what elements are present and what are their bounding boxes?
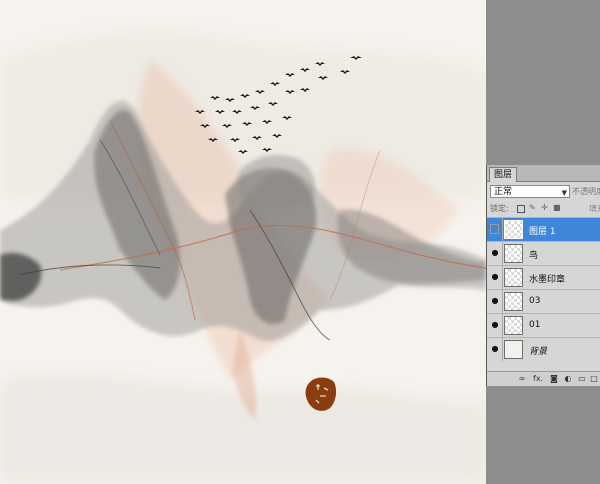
mask-icon[interactable]: ◙	[549, 374, 559, 384]
panel-footer: ∞ fx. ◙ ◐ ▭ □	[487, 371, 600, 386]
layers-panel: 图层 正常 ▼ 不透明度 锁定: ✎ ✛ ■ 填充 图层 1 ● 鸟 ●	[486, 165, 600, 386]
fill-label: 填充	[589, 204, 600, 213]
opacity-label: 不透明度	[572, 187, 600, 196]
layer-thumbnail	[504, 220, 523, 239]
new-layer-icon[interactable]: □	[589, 374, 599, 384]
ink-landscape-artwork	[0, 29, 486, 484]
divider	[502, 338, 503, 361]
eye-icon[interactable]: ●	[489, 319, 501, 331]
layer-name: 水墨印章	[529, 275, 566, 285]
brush-icon[interactable]: ✎	[529, 203, 536, 212]
layer-name: 03	[529, 296, 541, 306]
layer-name: 鸟	[529, 251, 539, 261]
layer-list: 图层 1 ● 鸟 ● 水墨印章 ● 03 ● 01 ● 背景	[487, 217, 600, 361]
layer-thumbnail	[504, 244, 523, 263]
visibility-toggle[interactable]	[490, 224, 499, 234]
eye-icon[interactable]: ●	[489, 343, 501, 355]
eye-icon[interactable]: ●	[489, 295, 501, 307]
layer-name: 图层 1	[529, 227, 556, 237]
layer-thumbnail	[504, 340, 523, 359]
folder-icon[interactable]: ▭	[577, 374, 587, 384]
eye-icon[interactable]: ●	[489, 271, 501, 283]
divider	[502, 314, 503, 337]
lock-label: 锁定:	[490, 204, 509, 213]
layer-row[interactable]: ● 背景	[487, 337, 600, 361]
layer-row[interactable]: 图层 1	[487, 217, 600, 241]
lock-transparent-icon[interactable]	[517, 205, 525, 213]
divider	[502, 242, 503, 265]
layer-thumbnail	[504, 268, 523, 287]
panel-tabbar: 图层	[487, 165, 600, 182]
divider	[502, 266, 503, 289]
layer-row[interactable]: ● 水墨印章	[487, 265, 600, 289]
layer-row[interactable]: ● 03	[487, 289, 600, 313]
divider	[502, 218, 503, 241]
layer-thumbnail	[504, 316, 523, 335]
adjustment-icon[interactable]: ◐	[563, 374, 573, 384]
blend-mode-select[interactable]: 正常 ▼	[490, 185, 570, 198]
link-icon[interactable]: ∞	[517, 374, 527, 384]
lock-icon[interactable]: ■	[553, 203, 561, 212]
fx-button[interactable]: fx.	[533, 374, 543, 384]
chevron-down-icon: ▼	[561, 189, 567, 197]
document-canvas[interactable]	[0, 0, 486, 484]
layer-name: 01	[529, 320, 541, 330]
lock-row: 锁定: ✎ ✛ ■ 填充	[490, 203, 600, 215]
tab-layers[interactable]: 图层	[489, 167, 518, 182]
blend-mode-value: 正常	[494, 187, 513, 197]
layer-name: 背景	[529, 347, 548, 357]
divider	[502, 290, 503, 313]
layer-row[interactable]: ● 01	[487, 313, 600, 337]
layer-thumbnail	[504, 292, 523, 311]
blend-mode-row: 正常 ▼	[490, 185, 570, 199]
move-icon[interactable]: ✛	[541, 203, 548, 212]
eye-icon[interactable]: ●	[489, 247, 501, 259]
layer-row[interactable]: ● 鸟	[487, 241, 600, 265]
